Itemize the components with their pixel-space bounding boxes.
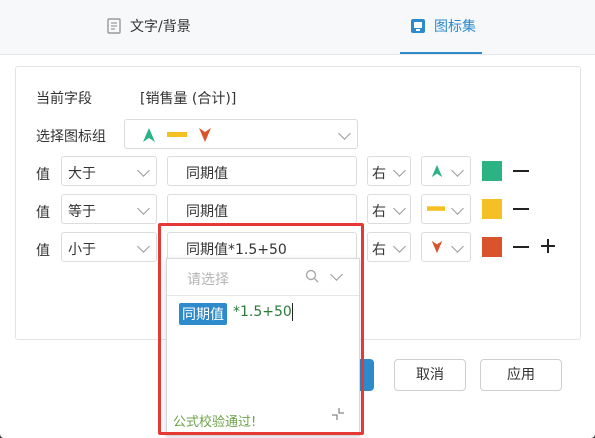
rule-operator-select[interactable]: 大于 (61, 156, 157, 186)
rule-value-label: 值 (36, 167, 50, 183)
chevron-down-icon (451, 240, 464, 253)
rule-value-label: 值 (36, 205, 50, 221)
rule-icon-select[interactable] (421, 194, 471, 224)
bar-yellow-icon (167, 132, 187, 137)
rule-icon-select[interactable] (421, 156, 471, 186)
remove-rule-button[interactable] (513, 208, 529, 210)
arrow-up-green-icon (431, 164, 443, 178)
icon-set-icon (410, 18, 426, 34)
rule-operator-value: 大于 (68, 166, 96, 182)
rule-color-swatch[interactable] (482, 199, 502, 219)
rule-align-value: 右 (372, 204, 386, 220)
formula-expression-text: *1.5+50 (233, 304, 292, 320)
formula-editor-popup: 请选择 同期值 *1.5+50 公式校验通过! (166, 258, 360, 436)
field-select[interactable]: 请选择 (167, 259, 359, 296)
rule-value-label: 值 (36, 243, 50, 259)
tab-text-background[interactable]: 文字/背景 (106, 16, 191, 36)
current-field-value: [销售量 (合计)] (140, 91, 237, 107)
chevron-down-icon (338, 127, 351, 140)
arrow-up-green-icon (143, 128, 155, 142)
chevron-down-icon (137, 202, 150, 215)
arrow-down-red-icon (431, 240, 443, 254)
rule-value-input[interactable]: 同期值 (167, 156, 357, 186)
chevron-down-icon (393, 240, 406, 253)
add-rule-button[interactable] (540, 238, 556, 254)
formula-validation-status: 公式校验通过! (173, 415, 257, 430)
plus-icon-v (547, 239, 549, 253)
rule-operator-value: 小于 (68, 242, 96, 258)
rule-icon-select[interactable] (421, 232, 471, 262)
rule-align-value: 右 (372, 166, 386, 182)
rule-operator-select[interactable]: 等于 (61, 194, 157, 224)
apply-button[interactable]: 应用 (480, 359, 562, 391)
tab-bar: 文字/背景 图标集 (0, 0, 595, 55)
chevron-down-icon (137, 164, 150, 177)
rule-value-text: 同期值 (186, 166, 228, 182)
chevron-down-icon (137, 240, 150, 253)
bar-yellow-icon (427, 206, 445, 211)
document-icon (106, 18, 122, 34)
rule-align-select[interactable]: 右 (367, 194, 411, 224)
remove-rule-button[interactable] (513, 170, 529, 172)
rule-color-swatch[interactable] (482, 237, 502, 257)
tab-label: 图标集 (434, 19, 476, 35)
icon-group-label: 选择图标组 (36, 129, 106, 145)
remove-rule-button[interactable] (513, 246, 529, 248)
rule-value-text: 同期值*1.5+50 (186, 242, 287, 258)
field-select-placeholder: 请选择 (187, 272, 229, 288)
rule-color-swatch[interactable] (482, 161, 502, 181)
search-icon (305, 269, 319, 283)
formula-field-token[interactable]: 同期值 (179, 303, 227, 325)
icon-set-dialog: 文字/背景 图标集 当前字段 [销售量 (合计)] 选择图标组 值 大于 同期值… (0, 0, 595, 438)
rule-operator-value: 等于 (68, 204, 96, 220)
chevron-down-icon (451, 164, 464, 177)
active-tab-indicator (400, 52, 482, 54)
collapse-icon[interactable] (331, 407, 345, 421)
chevron-down-icon (330, 268, 343, 281)
chevron-down-icon (393, 164, 406, 177)
text-caret (292, 303, 293, 321)
current-field-label: 当前字段 (36, 91, 92, 107)
tab-label: 文字/背景 (130, 19, 191, 35)
cancel-button[interactable]: 取消 (394, 359, 466, 391)
rule-value-text: 同期值 (186, 204, 228, 220)
confirm-button[interactable] (360, 359, 374, 391)
icon-group-select[interactable] (124, 119, 358, 149)
rule-align-value: 右 (372, 242, 386, 258)
chevron-down-icon (393, 202, 406, 215)
tab-icon-set[interactable]: 图标集 (410, 16, 476, 36)
rule-operator-select[interactable]: 小于 (61, 232, 157, 262)
rule-align-select[interactable]: 右 (367, 156, 411, 186)
chevron-down-icon (451, 202, 464, 215)
rule-align-select[interactable]: 右 (367, 232, 411, 262)
rule-value-input[interactable]: 同期值 (167, 194, 357, 224)
arrow-down-red-icon (199, 128, 211, 142)
